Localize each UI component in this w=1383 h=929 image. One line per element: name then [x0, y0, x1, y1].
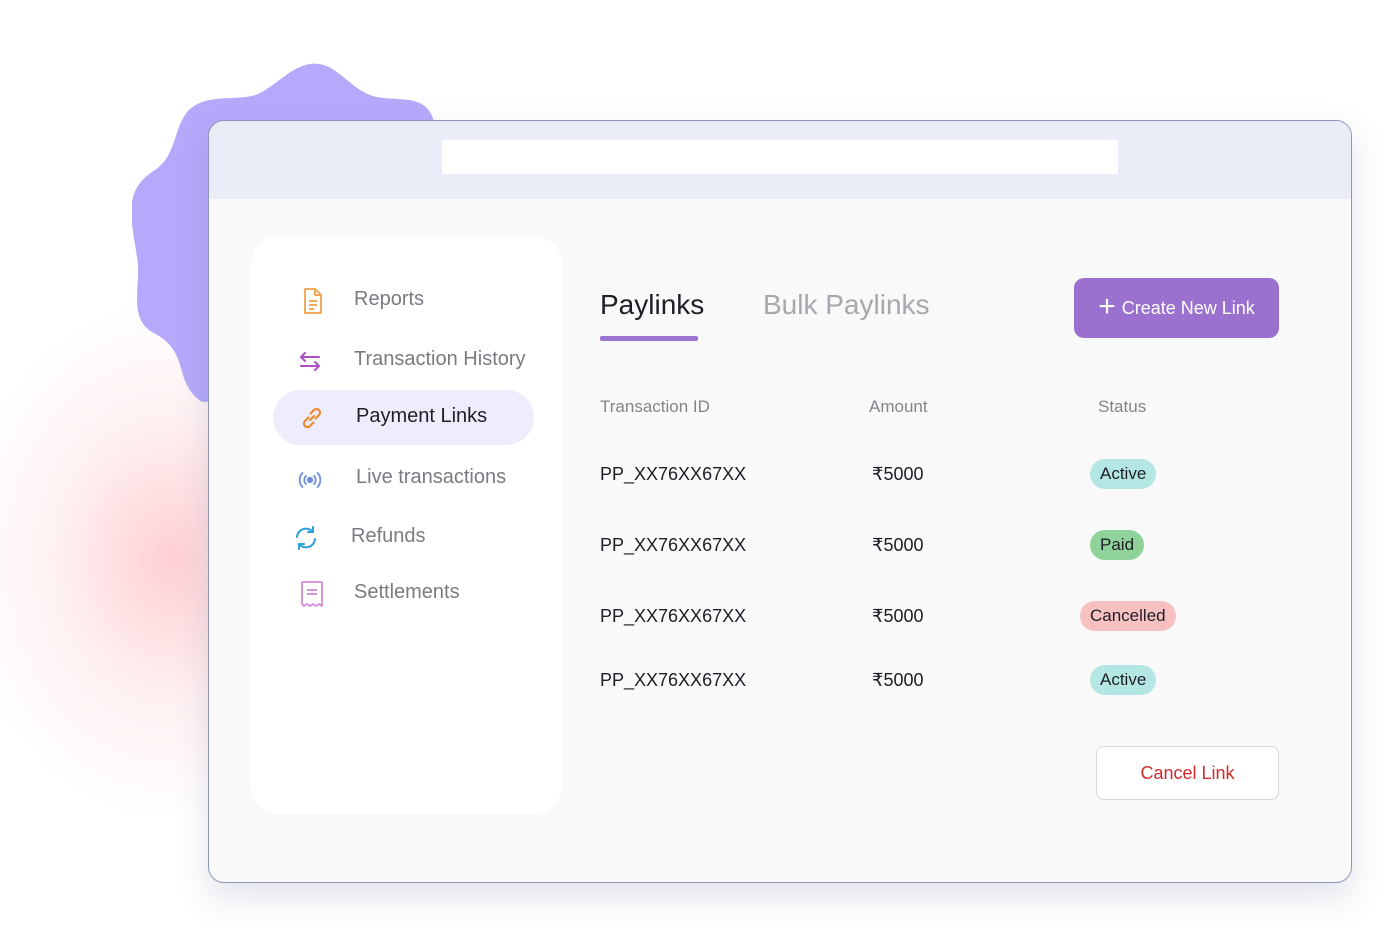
transaction-id-cell: PP_XX76XX67XX — [600, 535, 747, 555]
sidebar-item-label: Reports — [354, 288, 425, 310]
column-header-status: Status — [1098, 397, 1147, 416]
sidebar: Reports Transaction History Payment Link… — [251, 236, 562, 814]
status-badge: Active — [1090, 459, 1157, 489]
cancel-link-button[interactable]: Cancel Link — [1096, 746, 1279, 800]
browser-window: Reports Transaction History Payment Link… — [208, 120, 1352, 883]
sidebar-item-label: Payment Links — [356, 405, 488, 427]
column-header-transaction-id: Transaction ID — [600, 397, 710, 416]
sidebar-item-label: Transaction History — [354, 348, 526, 370]
tab-bulk-paylinks[interactable]: Bulk Paylinks — [763, 289, 930, 321]
browser-titlebar — [209, 121, 1351, 199]
swap-arrows-icon — [295, 346, 325, 376]
amount-cell: ₹5000 — [872, 606, 924, 626]
amount-cell: ₹5000 — [872, 670, 924, 690]
transaction-id-cell: PP_XX76XX67XX — [600, 670, 747, 690]
tab-paylinks[interactable]: Paylinks — [600, 289, 704, 321]
amount-cell: ₹5000 — [872, 535, 924, 555]
table-row[interactable]: PP_XX76XX67XX ₹5000 Active — [209, 456, 1351, 496]
status-badge: Cancelled — [1080, 601, 1176, 631]
sidebar-item-reports[interactable]: Reports — [273, 273, 534, 328]
plus-icon: + — [1098, 289, 1116, 323]
sidebar-item-payment-links[interactable]: Payment Links — [273, 390, 534, 445]
table-row[interactable]: PP_XX76XX67XX ₹5000 Paid — [209, 527, 1351, 567]
sidebar-item-transaction-history[interactable]: Transaction History — [273, 333, 534, 388]
link-icon — [297, 403, 327, 433]
stage: Reports Transaction History Payment Link… — [0, 0, 1383, 929]
create-new-link-label: Create New Link — [1121, 297, 1255, 318]
active-tab-indicator — [600, 336, 698, 341]
table-row[interactable]: PP_XX76XX67XX ₹5000 Active — [209, 662, 1351, 702]
transaction-id-cell: PP_XX76XX67XX — [600, 606, 747, 626]
status-badge: Active — [1090, 665, 1157, 695]
document-icon — [297, 286, 327, 316]
transaction-id-cell: PP_XX76XX67XX — [600, 464, 747, 484]
column-header-amount: Amount — [869, 397, 928, 416]
amount-cell: ₹5000 — [872, 464, 924, 484]
address-bar[interactable] — [442, 140, 1118, 174]
table-row[interactable]: PP_XX76XX67XX ₹5000 Cancelled — [209, 598, 1351, 638]
status-badge: Paid — [1090, 530, 1145, 560]
create-new-link-button[interactable]: + Create New Link — [1074, 278, 1279, 338]
